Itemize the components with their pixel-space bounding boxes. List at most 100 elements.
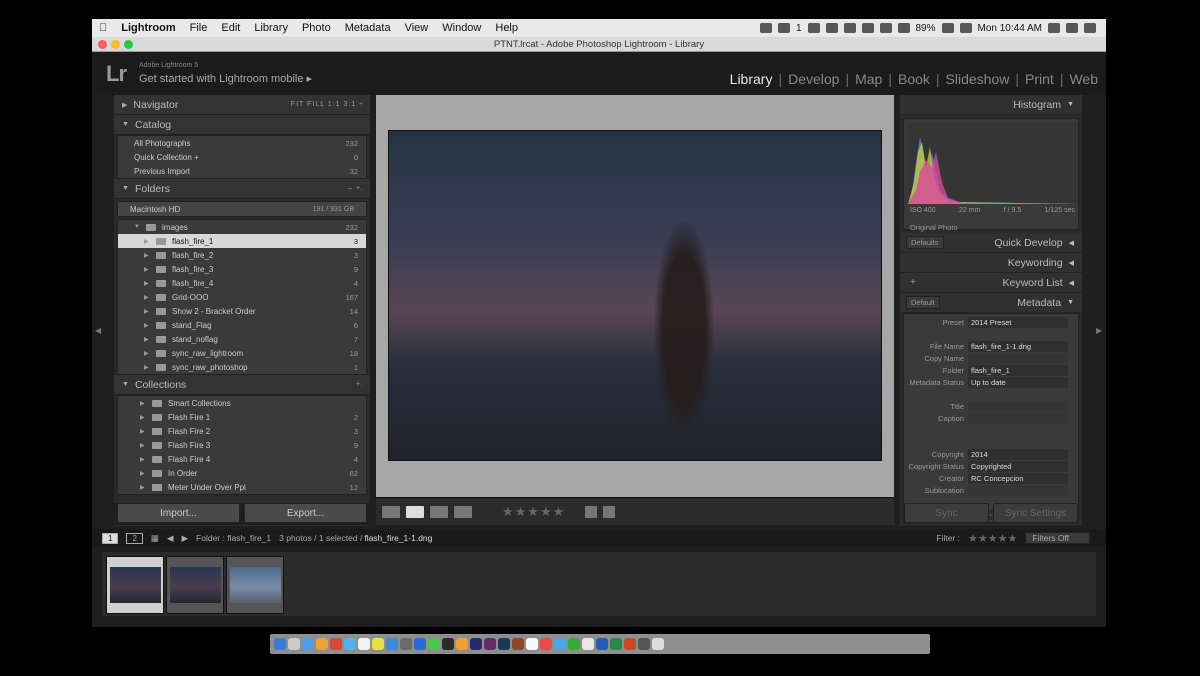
- collapsed-triangle-icon[interactable]: ▶: [144, 266, 150, 273]
- collapsed-triangle-icon[interactable]: ▶: [140, 442, 146, 449]
- saved-preset-select[interactable]: Defaults: [906, 236, 944, 249]
- collapsed-triangle-icon[interactable]: ▶: [144, 238, 150, 245]
- collapsed-triangle-icon[interactable]: ▶: [144, 336, 150, 343]
- notes-icon[interactable]: [372, 638, 384, 650]
- twitter-icon[interactable]: [554, 638, 566, 650]
- add-keyword-icon[interactable]: +: [906, 276, 920, 289]
- illustrator-icon[interactable]: [456, 638, 468, 650]
- folder-item-grid-ooo[interactable]: ▶ Grid-OOO 167: [118, 290, 366, 304]
- forward-arrow-icon[interactable]: ▶: [181, 533, 188, 544]
- metadata-value[interactable]: Up to date: [968, 376, 1068, 388]
- folder-item-images[interactable]: ▼ images 232: [118, 220, 366, 234]
- collection-item-flash-fire-2[interactable]: ▶ Flash Fire 2 3: [118, 424, 366, 438]
- loupe-view-icon[interactable]: [406, 505, 424, 518]
- folder-item-show-2-bracket-order[interactable]: ▶ Show 2 - Bracket Order 14: [118, 304, 366, 318]
- filter-stars[interactable]: ★★★★★: [968, 532, 1017, 545]
- folder-item-flash-fire-2[interactable]: ▶ flash_fire_2 3: [118, 248, 366, 262]
- menu-window[interactable]: Window: [435, 22, 488, 34]
- notification-center-icon[interactable]: [1084, 23, 1096, 33]
- preview-icon[interactable]: [582, 638, 594, 650]
- collection-item-in-order[interactable]: ▶ In Order 62: [118, 466, 366, 480]
- messages-icon[interactable]: [428, 638, 440, 650]
- time-machine-icon[interactable]: [879, 23, 892, 33]
- left-panel-toggle-icon[interactable]: ◀: [95, 326, 101, 335]
- metadata-value[interactable]: 2014 Preset: [968, 316, 1068, 328]
- right-panel-toggle-icon[interactable]: ▶: [1096, 326, 1102, 335]
- menu-photo[interactable]: Photo: [295, 22, 338, 34]
- sync-settings-button[interactable]: Sync Settings: [993, 503, 1078, 523]
- wifi-icon[interactable]: [959, 23, 972, 33]
- keyword-list-header[interactable]: + Keyword List ◀: [900, 273, 1082, 293]
- lightroom-mobile-link[interactable]: Get started with Lightroom mobile ▸: [139, 72, 312, 85]
- bridge-icon[interactable]: [512, 638, 524, 650]
- menu-file[interactable]: File: [183, 22, 215, 34]
- mail-icon[interactable]: [344, 638, 356, 650]
- calendar-icon[interactable]: [358, 638, 370, 650]
- bell-icon[interactable]: [807, 23, 820, 33]
- module-book[interactable]: Book: [898, 71, 930, 87]
- collection-item-flash-fire-3[interactable]: ▶ Flash Fire 3 9: [118, 438, 366, 452]
- skype-icon[interactable]: [414, 638, 426, 650]
- sync-icon[interactable]: [777, 23, 790, 33]
- metadata-value[interactable]: [968, 484, 1068, 496]
- filmstrip-thumbnail[interactable]: [166, 556, 224, 614]
- loupe-view[interactable]: [376, 95, 894, 497]
- collapsed-triangle-icon[interactable]: ▶: [140, 428, 146, 435]
- folder-item-stand-noflag[interactable]: ▶ stand_noflag 7: [118, 332, 366, 346]
- collection-item-smart-collections[interactable]: ▶ Smart Collections: [118, 396, 366, 410]
- apple-icon[interactable]: : [92, 22, 114, 34]
- menu-metadata[interactable]: Metadata: [338, 22, 398, 34]
- collapsed-triangle-icon[interactable]: ▶: [144, 308, 150, 315]
- system-preferences-icon[interactable]: [400, 638, 412, 650]
- chrome-icon[interactable]: [316, 638, 328, 650]
- collapsed-triangle-icon[interactable]: ▶: [140, 470, 146, 477]
- folders-add-remove[interactable]: – +.: [348, 185, 364, 192]
- menubar-clock[interactable]: Mon 10:44 AM: [978, 23, 1042, 34]
- bluetooth-icon[interactable]: [897, 23, 910, 33]
- keywording-header[interactable]: Keywording ◀: [900, 253, 1082, 273]
- collection-item-flash-fire-1[interactable]: ▶ Flash Fire 1 2: [118, 410, 366, 424]
- volume-macintosh-hd[interactable]: Macintosh HD 191 / 931 GB: [117, 201, 367, 217]
- metadata-value[interactable]: Copyrighted: [968, 460, 1068, 472]
- metadata-value[interactable]: flash_fire_1: [968, 364, 1068, 376]
- collections-add[interactable]: +.: [356, 381, 364, 388]
- rotate-left-icon[interactable]: [585, 505, 598, 518]
- collapsed-triangle-icon[interactable]: ▶: [144, 280, 150, 287]
- finder-icon[interactable]: [274, 638, 286, 650]
- metadata-view-select[interactable]: Default: [906, 296, 940, 309]
- folder-item-stand-flag[interactable]: ▶ stand_Flag 6: [118, 318, 366, 332]
- filmstrip-thumbnail[interactable]: [226, 556, 284, 614]
- filter-preset-select[interactable]: Filters Off: [1025, 532, 1090, 544]
- module-web[interactable]: Web: [1069, 71, 1098, 87]
- main-photo[interactable]: [388, 130, 882, 461]
- photoshop-icon[interactable]: [470, 638, 482, 650]
- terminal-icon[interactable]: [442, 638, 454, 650]
- module-print[interactable]: Print: [1025, 71, 1054, 87]
- window-1-button[interactable]: 1: [102, 532, 119, 544]
- collapsed-triangle-icon[interactable]: ▶: [144, 322, 150, 329]
- menu-library[interactable]: Library: [247, 22, 295, 34]
- collapsed-triangle-icon[interactable]: ▶: [144, 364, 150, 371]
- menu-edit[interactable]: Edit: [214, 22, 247, 34]
- folder-item-sync-raw-photoshop[interactable]: ▶ sync_raw_photoshop 1: [118, 360, 366, 374]
- compare-view-icon[interactable]: [430, 505, 448, 518]
- airplay-icon[interactable]: [861, 23, 874, 33]
- metadata-value[interactable]: [968, 400, 1068, 412]
- folder-item-sync-raw-lightroom[interactable]: ▶ sync_raw_lightroom 18: [118, 346, 366, 360]
- folders-header[interactable]: ▼ Folders – +.: [114, 179, 370, 199]
- lightroom-icon[interactable]: [498, 638, 510, 650]
- module-slideshow[interactable]: Slideshow: [946, 71, 1010, 87]
- catalog-item-previous-import[interactable]: Previous Import 32: [118, 164, 366, 178]
- metadata-value[interactable]: flash_fire_1-1.dng: [968, 340, 1068, 352]
- collection-item-meter-under-over-ppl[interactable]: ▶ Meter Under Over Ppl 12: [118, 480, 366, 494]
- grid-view-icon[interactable]: [382, 505, 400, 518]
- app-store-icon[interactable]: [386, 638, 398, 650]
- firefox-icon[interactable]: [330, 638, 342, 650]
- catalog-header[interactable]: ▼ Catalog: [114, 115, 370, 135]
- volume-icon[interactable]: [1048, 23, 1060, 33]
- evernote-icon[interactable]: [568, 638, 580, 650]
- import-button[interactable]: Import...: [117, 503, 240, 523]
- catalog-item-quick-collection[interactable]: Quick Collection + 0: [118, 150, 366, 164]
- sync-button[interactable]: Sync: [904, 503, 989, 523]
- premiere-icon[interactable]: [484, 638, 496, 650]
